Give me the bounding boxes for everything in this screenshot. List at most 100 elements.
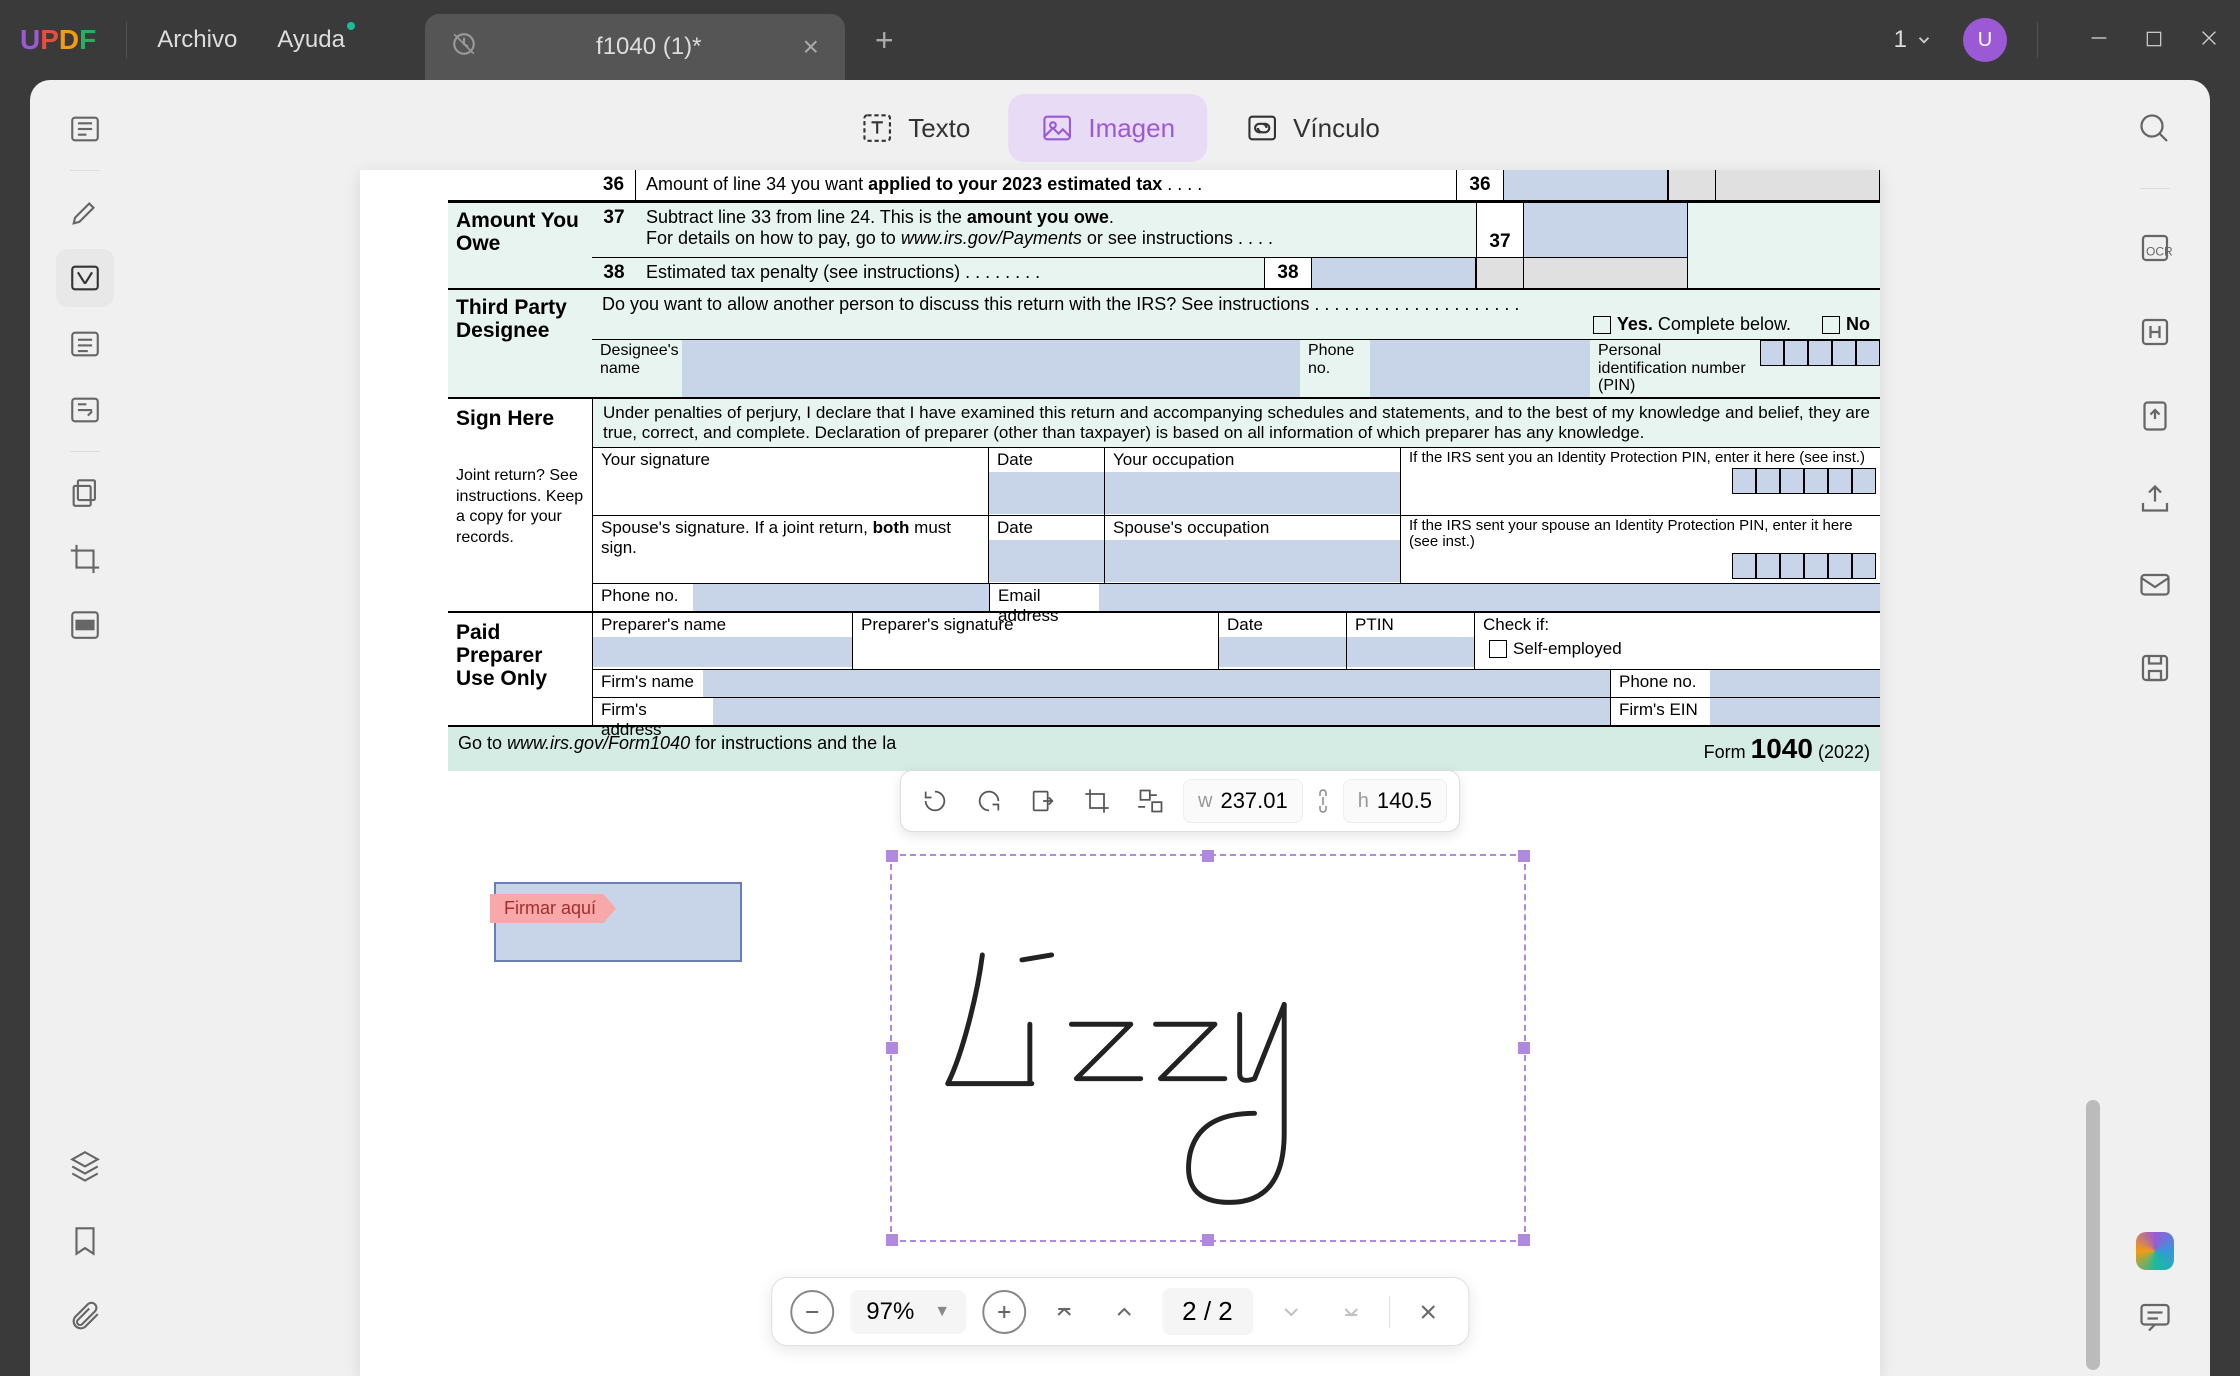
highlight-icon[interactable]	[56, 183, 114, 241]
firm-name-field[interactable]	[703, 670, 1610, 697]
email-field[interactable]	[1099, 584, 1880, 611]
prev-page-button[interactable]	[1102, 1290, 1146, 1334]
link-tool-button[interactable]: Vínculo	[1213, 94, 1412, 162]
page-dropdown[interactable]: 1	[1894, 26, 1933, 54]
layers-icon[interactable]	[56, 1136, 114, 1194]
ai-icon[interactable]	[2136, 1232, 2174, 1270]
left-sidebar	[30, 80, 140, 1376]
resize-handle-tc[interactable]	[1202, 850, 1214, 862]
tab-close-icon[interactable]: ×	[803, 31, 819, 63]
resize-handle-bl[interactable]	[886, 1234, 898, 1246]
resize-handle-bc[interactable]	[1202, 1234, 1214, 1246]
extract-icon[interactable]	[1021, 779, 1065, 823]
text-tool-button[interactable]: Texto	[828, 94, 1002, 162]
third-party-label: Third Party Designee	[448, 290, 592, 397]
right-sidebar: OCR	[2100, 80, 2210, 1376]
resize-handle-tl[interactable]	[886, 850, 898, 862]
replace-icon[interactable]	[1129, 779, 1173, 823]
close-pager-button[interactable]	[1406, 1290, 1450, 1334]
export-icon[interactable]	[2126, 387, 2184, 445]
maximize-button[interactable]	[2144, 25, 2164, 56]
image-selection[interactable]	[890, 854, 1526, 1242]
pin-boxes[interactable]	[1760, 340, 1880, 397]
no-checkbox[interactable]	[1822, 316, 1840, 334]
firm-ein-field[interactable]	[1710, 698, 1880, 725]
zoom-level[interactable]: 97%▼	[850, 1290, 966, 1334]
line-36-cell: 36	[1456, 170, 1504, 200]
self-employed-checkbox[interactable]	[1489, 640, 1507, 658]
attachment-icon[interactable]	[56, 1288, 114, 1346]
spouse-occupation-field[interactable]	[1105, 540, 1400, 582]
rotate-left-icon[interactable]	[913, 779, 957, 823]
form-footer: Go to www.irs.gov/Form1040 for instructi…	[448, 725, 1880, 771]
designee-name-field[interactable]	[682, 340, 1300, 397]
redact-icon[interactable]	[56, 596, 114, 654]
width-input[interactable]: w237.01	[1183, 779, 1303, 823]
compress-icon[interactable]	[2126, 303, 2184, 361]
designee-phone-field[interactable]	[1370, 340, 1590, 397]
line-38-amount[interactable]	[1312, 258, 1476, 288]
save-icon[interactable]	[2126, 639, 2184, 697]
titlebar: UPDF Archivo Ayuda f1040 (1)* × + 1 U	[0, 0, 2240, 80]
document-tab[interactable]: f1040 (1)* ×	[425, 14, 845, 80]
spouse-irs-pin-boxes[interactable]	[1732, 553, 1876, 579]
sign-here-label: Sign Here	[448, 399, 592, 436]
svg-text:OCR: OCR	[2146, 245, 2173, 259]
first-page-button[interactable]	[1042, 1290, 1086, 1334]
comment-icon[interactable]	[2126, 1288, 2184, 1346]
phone-field[interactable]	[693, 584, 989, 611]
share-icon[interactable]	[2126, 471, 2184, 529]
zoom-in-button[interactable]	[982, 1290, 1026, 1334]
sign-here-box[interactable]: Firmar aquí	[494, 882, 742, 962]
bookmark-icon[interactable]	[56, 1212, 114, 1270]
app-logo: UPDF	[20, 24, 96, 56]
menu-archivo[interactable]: Archivo	[157, 26, 237, 54]
zoom-out-button[interactable]	[790, 1290, 834, 1334]
menu-ayuda[interactable]: Ayuda	[277, 26, 345, 54]
lock-ratio-icon[interactable]	[1313, 786, 1333, 816]
ptin-field[interactable]	[1347, 637, 1474, 667]
minimize-button[interactable]	[2088, 25, 2110, 56]
last-page-button[interactable]	[1329, 1290, 1373, 1334]
ocr-icon[interactable]: OCR	[2126, 219, 2184, 277]
page-number[interactable]: 2 / 2	[1162, 1288, 1253, 1335]
yes-checkbox[interactable]	[1593, 316, 1611, 334]
rotate-right-icon[interactable]	[967, 779, 1011, 823]
document-viewport[interactable]: 36 Amount of line 34 you want applied to…	[140, 80, 2100, 1376]
edit-text-icon[interactable]	[56, 249, 114, 307]
image-tool-button[interactable]: Imagen	[1008, 94, 1207, 162]
preparer-name-field[interactable]	[593, 637, 852, 667]
firm-phone-field[interactable]	[1710, 670, 1880, 697]
user-avatar[interactable]: U	[1963, 18, 2007, 62]
resize-handle-tr[interactable]	[1518, 850, 1530, 862]
date-field[interactable]	[989, 472, 1104, 514]
line-36-amount[interactable]	[1504, 170, 1668, 200]
resize-handle-ml[interactable]	[886, 1042, 898, 1054]
crop-image-icon[interactable]	[1075, 779, 1119, 823]
irs-pin-boxes[interactable]	[1732, 468, 1876, 494]
occupation-field[interactable]	[1105, 472, 1400, 514]
add-tab-button[interactable]: +	[875, 22, 894, 59]
form-icon[interactable]	[56, 381, 114, 439]
copy-pages-icon[interactable]	[56, 464, 114, 522]
line-36-text: Amount of line 34 you want applied to yo…	[636, 170, 1456, 200]
firm-address-field[interactable]	[713, 698, 1610, 725]
search-icon[interactable]	[2126, 100, 2184, 158]
close-button[interactable]	[2198, 25, 2220, 56]
tab-recent-icon	[451, 31, 477, 63]
image-edit-toolbar: w237.01 h140.5	[900, 770, 1460, 832]
vertical-scrollbar[interactable]	[2086, 1100, 2100, 1370]
height-input[interactable]: h140.5	[1343, 779, 1447, 823]
mail-icon[interactable]	[2126, 555, 2184, 613]
resize-handle-mr[interactable]	[1518, 1042, 1530, 1054]
page-manage-icon[interactable]	[56, 315, 114, 373]
spouse-date-field[interactable]	[989, 540, 1104, 582]
reader-mode-icon[interactable]	[56, 100, 114, 158]
resize-handle-br[interactable]	[1518, 1234, 1530, 1246]
paid-preparer-label: Paid Preparer Use Only	[448, 613, 592, 725]
next-page-button[interactable]	[1269, 1290, 1313, 1334]
line-37-amount[interactable]	[1524, 203, 1688, 257]
preparer-date-field[interactable]	[1219, 637, 1346, 667]
crop-icon[interactable]	[56, 530, 114, 588]
amount-you-owe-label: Amount You Owe	[448, 203, 592, 288]
